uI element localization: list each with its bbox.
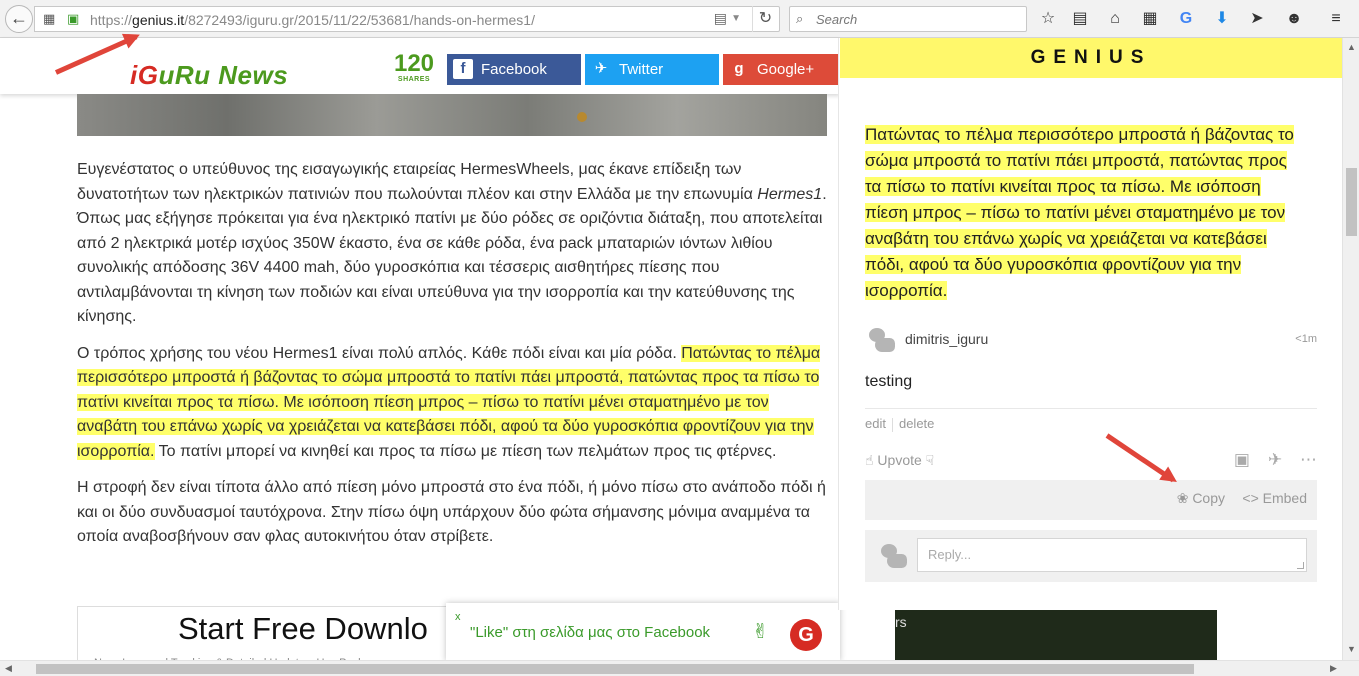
home-icon[interactable]: ⌂ [1105, 8, 1125, 30]
avatar[interactable] [865, 326, 895, 356]
scroll-up-icon[interactable]: ▲ [1347, 42, 1356, 52]
paragraph-3: Η στροφή δεν είναι τίποτα άλλο από πίεση… [77, 479, 826, 545]
edit-link[interactable]: edit [865, 416, 886, 431]
facebook-like-bar: x "Like" στη σελίδα μας στο Facebook ✌ G [446, 603, 840, 661]
annotation-quote: Πατώντας το πέλμα περισσότερο μπροστά ή … [865, 125, 1294, 300]
scroll-down-icon[interactable]: ▼ [1347, 644, 1356, 654]
divider [865, 408, 1317, 409]
vote-row: ☝ Upvote ☟ ▣ ✈ ⋯ [865, 450, 1317, 474]
thumbs-down-icon[interactable]: ☟ [926, 452, 935, 468]
grid-icon[interactable]: ▦ [1140, 8, 1160, 30]
scroll-thumb[interactable] [1346, 168, 1357, 236]
dark-advertisement[interactable]: rs [895, 606, 1217, 660]
reload-icon[interactable]: ↻ [752, 6, 778, 32]
facebook-icon: f [453, 59, 473, 79]
url-text: https://genius.it/8272493/iguru.gr/2015/… [90, 12, 535, 28]
page-icon: ▦ [43, 11, 56, 26]
url-path: /8272493/iguru.gr/2015/11/22/53681/hands… [184, 12, 535, 28]
facebook-share-button[interactable]: f Facebook [447, 54, 581, 85]
thumbs-up-icon: ☝ [865, 452, 874, 468]
search-placeholder: Search [816, 12, 858, 27]
iguru-logo[interactable]: iGuRu News [130, 60, 288, 91]
article-body: Ευγενέστατος ο υπεύθυνος της εισαγωγικής… [77, 158, 829, 562]
scroll-right-icon[interactable]: ▶ [1330, 663, 1337, 674]
twitter-bird-icon: ✈ [594, 60, 608, 77]
reply-input[interactable]: Reply... [917, 538, 1307, 572]
url-scheme: https:// [90, 12, 133, 28]
chevron-down-icon[interactable]: ▼ [731, 13, 741, 24]
comment-actions: edit delete [865, 416, 934, 432]
thumbs-up-icon[interactable]: ✌ [752, 619, 769, 644]
username[interactable]: dimitris_iguru [905, 331, 988, 347]
googleplus-icon: g [734, 60, 744, 77]
googleplus-share-button[interactable]: g Google+ [723, 54, 857, 85]
resize-handle[interactable] [1297, 562, 1304, 569]
scroll-thumb[interactable] [36, 664, 1194, 674]
like-text[interactable]: "Like" στη σελίδα μας στο Facebook [470, 624, 710, 641]
download-arrow-icon[interactable]: ⬇ [1212, 8, 1232, 30]
emoji-icon[interactable]: ☻ [1284, 8, 1304, 30]
share-count: 120 SHARES [393, 50, 435, 84]
send-icon[interactable]: ➤ [1247, 8, 1267, 30]
url-domain: genius.it [132, 12, 185, 28]
vertical-scrollbar[interactable]: ▲ ▼ [1342, 38, 1359, 660]
bookmark-star-icon[interactable]: ☆ [1038, 8, 1058, 30]
paragraph-1: Ευγενέστατος ο υπεύθυνος της εισαγωγικής… [77, 161, 827, 325]
ad-headline: Start Free Downlo [178, 611, 428, 646]
copy-button[interactable]: ❀ Copy [1177, 490, 1225, 507]
share-strip: ❀ Copy <> Embed [865, 480, 1317, 520]
twitter-bird-icon[interactable]: ✈ [1268, 450, 1282, 470]
code-icon: <> [1242, 490, 1259, 506]
comment-text: testing [865, 373, 913, 390]
timestamp: <1m [1295, 333, 1317, 345]
google-icon[interactable]: G [1176, 8, 1196, 30]
search-input[interactable]: ⌕ Search [789, 6, 1027, 32]
embed-button[interactable]: <> Embed [1242, 490, 1307, 506]
genius-title: GENIUS [840, 38, 1342, 78]
reader-view-icon[interactable]: ▤ [714, 10, 727, 27]
link-icon: ❀ [1176, 490, 1189, 506]
bookmarks-icon[interactable]: ▤ [1070, 8, 1090, 30]
share-icons: ▣ ✈ ⋯ [1220, 450, 1317, 470]
address-bar[interactable]: ▦ ▣ https://genius.it/8272493/iguru.gr/2… [34, 6, 780, 32]
iguru-g-logo: G [790, 619, 822, 651]
upvote-button[interactable]: ☝ Upvote ☟ [865, 452, 934, 469]
lock-icon[interactable]: ▣ [67, 11, 79, 27]
scroll-left-icon[interactable]: ◀ [5, 663, 12, 674]
horizontal-scrollbar[interactable]: ◀ ▶ [0, 660, 1359, 676]
site-header: iGuRu News 120 SHARES f Facebook ✈ Twitt… [0, 38, 857, 94]
dark-ad-text: rs [895, 614, 907, 630]
paragraph-2: Ο τρόπος χρήσης του νέου Hermes1 είναι π… [77, 344, 821, 460]
avatar [877, 542, 907, 572]
more-icon[interactable]: ⋯ [1300, 450, 1317, 470]
back-arrow-icon[interactable]: ← [5, 5, 33, 33]
image-detail [577, 112, 587, 122]
facebook-icon[interactable]: ▣ [1234, 450, 1250, 470]
comment-header: dimitris_iguru <1m [865, 326, 1317, 356]
genius-annotation-panel: GENIUS Πατώντας το πέλμα περισσότερο μπρ… [838, 38, 1342, 610]
browser-toolbar: ← ▦ ▣ https://genius.it/8272493/iguru.gr… [0, 0, 1359, 38]
twitter-share-button[interactable]: ✈ Twitter [585, 54, 719, 85]
close-icon[interactable]: x [455, 611, 461, 623]
article-image [77, 94, 827, 136]
menu-icon[interactable]: ≡ [1326, 8, 1346, 30]
delete-link[interactable]: delete [899, 416, 934, 431]
search-icon: ⌕ [796, 11, 804, 26]
divider [891, 417, 893, 432]
reply-box: Reply... [865, 530, 1317, 582]
